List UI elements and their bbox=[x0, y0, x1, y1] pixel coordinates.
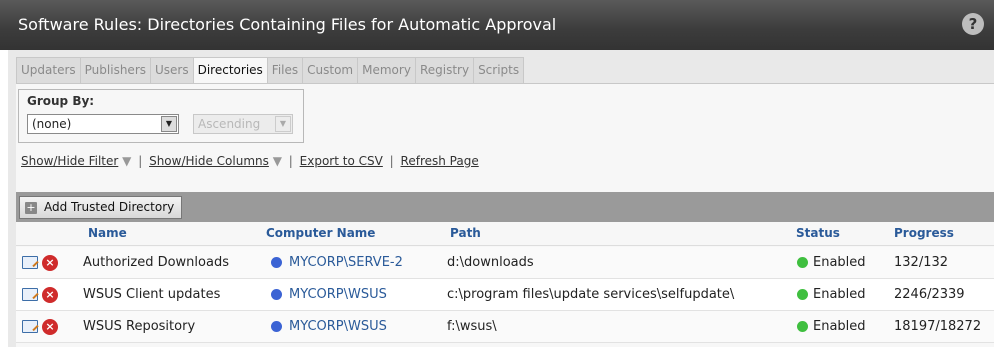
tab-updaters[interactable]: Updaters bbox=[16, 57, 81, 83]
column-header-status[interactable]: Status bbox=[796, 226, 840, 240]
separator: | bbox=[288, 154, 293, 168]
tab-directories[interactable]: Directories bbox=[192, 57, 268, 84]
table-row[interactable]: × Authorized Downloads MYCORP\SERVE-2 d:… bbox=[16, 247, 994, 279]
delete-icon[interactable]: × bbox=[42, 319, 58, 335]
main-panel: Updaters Publishers Users Directories Fi… bbox=[8, 50, 994, 347]
delete-icon[interactable]: × bbox=[42, 287, 58, 303]
edit-icon[interactable] bbox=[22, 256, 38, 269]
table-header: Name Computer Name Path Status Progress bbox=[16, 222, 994, 246]
column-header-computer-name[interactable]: Computer Name bbox=[266, 226, 375, 240]
computer-status-dot-icon bbox=[271, 289, 282, 300]
filter-dropdown-icon[interactable]: ▼ bbox=[122, 154, 131, 168]
sort-order-value: Ascending bbox=[198, 117, 261, 131]
group-by-box: Group By: (none) ▼ Ascending ▼ bbox=[18, 89, 304, 143]
plus-icon: + bbox=[25, 201, 37, 214]
delete-icon[interactable]: × bbox=[42, 255, 58, 271]
add-trusted-directory-button[interactable]: + Add Trusted Directory bbox=[19, 196, 183, 219]
export-csv-link[interactable]: Export to CSV bbox=[300, 154, 383, 168]
row-path: d:\downloads bbox=[447, 255, 534, 270]
tab-memory[interactable]: Memory bbox=[357, 57, 416, 83]
row-status: Enabled bbox=[813, 255, 866, 270]
grid-toolbar: + Add Trusted Directory bbox=[16, 192, 994, 222]
table-row[interactable]: × WSUS Client updates MYCORP\WSUS c:\pro… bbox=[16, 279, 994, 311]
column-header-name[interactable]: Name bbox=[88, 226, 127, 240]
tab-registry[interactable]: Registry bbox=[414, 57, 475, 83]
add-trusted-directory-label: Add Trusted Directory bbox=[44, 200, 175, 214]
row-status: Enabled bbox=[813, 287, 866, 302]
computer-status-dot-icon bbox=[271, 321, 282, 332]
show-hide-columns-link[interactable]: Show/Hide Columns bbox=[149, 154, 269, 168]
row-name: WSUS Client updates bbox=[83, 287, 221, 302]
help-icon[interactable]: ? bbox=[962, 13, 984, 35]
table-row[interactable]: × WSUS Repository MYCORP\WSUS f:\wsus\ E… bbox=[16, 311, 994, 343]
row-name: WSUS Repository bbox=[83, 319, 196, 334]
action-links: Show/Hide Filter ▼ | Show/Hide Columns ▼… bbox=[21, 154, 479, 168]
row-progress: 2246/2339 bbox=[894, 287, 965, 302]
status-dot-icon bbox=[797, 289, 808, 300]
tab-bar: Updaters Publishers Users Directories Fi… bbox=[16, 57, 525, 84]
title-bar: Software Rules: Directories Containing F… bbox=[0, 0, 994, 50]
status-dot-icon bbox=[797, 321, 808, 332]
window-title: Software Rules: Directories Containing F… bbox=[18, 15, 557, 34]
refresh-page-link[interactable]: Refresh Page bbox=[401, 154, 479, 168]
tab-content: Group By: (none) ▼ Ascending ▼ Show/Hide… bbox=[16, 83, 994, 347]
separator: | bbox=[138, 154, 143, 168]
chevron-down-icon: ▼ bbox=[275, 116, 291, 132]
row-computer-name: MYCORP\SERVE-2 bbox=[289, 255, 403, 270]
edit-icon[interactable] bbox=[22, 288, 38, 301]
status-dot-icon bbox=[797, 257, 808, 268]
computer-status-dot-icon bbox=[271, 257, 282, 268]
row-progress: 132/132 bbox=[894, 255, 949, 270]
edit-icon[interactable] bbox=[22, 320, 38, 333]
group-by-select[interactable]: (none) ▼ bbox=[27, 114, 179, 134]
row-status: Enabled bbox=[813, 319, 866, 334]
tab-users[interactable]: Users bbox=[150, 57, 194, 83]
tab-custom[interactable]: Custom bbox=[302, 57, 359, 83]
column-header-path[interactable]: Path bbox=[450, 226, 481, 240]
show-hide-filter-link[interactable]: Show/Hide Filter bbox=[21, 154, 118, 168]
tab-publishers[interactable]: Publishers bbox=[79, 57, 151, 83]
group-by-label: Group By: bbox=[27, 94, 95, 108]
columns-dropdown-icon[interactable]: ▼ bbox=[273, 154, 282, 168]
row-path: c:\program files\update services\selfupd… bbox=[447, 287, 735, 302]
tab-scripts[interactable]: Scripts bbox=[473, 57, 525, 83]
tab-files[interactable]: Files bbox=[266, 57, 304, 83]
row-progress: 18197/18272 bbox=[894, 319, 982, 334]
row-name: Authorized Downloads bbox=[83, 255, 229, 270]
row-path: f:\wsus\ bbox=[447, 319, 497, 334]
separator: | bbox=[389, 154, 394, 168]
group-by-value: (none) bbox=[32, 117, 72, 131]
chevron-down-icon[interactable]: ▼ bbox=[161, 116, 177, 132]
column-header-progress[interactable]: Progress bbox=[894, 226, 954, 240]
row-computer-name: MYCORP\WSUS bbox=[289, 319, 387, 334]
sort-order-select: Ascending ▼ bbox=[193, 114, 293, 134]
row-computer-name: MYCORP\WSUS bbox=[289, 287, 387, 302]
